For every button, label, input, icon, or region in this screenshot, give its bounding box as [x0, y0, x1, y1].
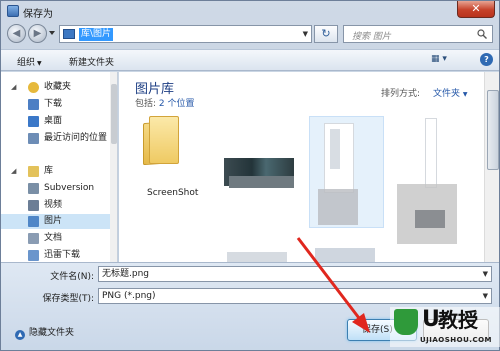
filetype-label: 保存类型(T):	[42, 294, 94, 304]
thumbnail-blur	[318, 189, 358, 225]
pictures-icon	[28, 216, 39, 227]
desktop-icon	[28, 116, 39, 127]
sidebar-item-label: 库	[44, 166, 54, 176]
address-dropdown-icon[interactable]: ▼	[303, 30, 308, 38]
hide-folders-toggle[interactable]: ▲ 隐藏文件夹	[15, 325, 74, 340]
content-scrollbar[interactable]	[484, 72, 499, 262]
filename-label: 文件名(N):	[50, 272, 94, 282]
sidebar-item-desktop[interactable]: 桌面	[1, 114, 117, 129]
sidebar-item-label: 迅雷下载	[44, 250, 81, 260]
arrange-by-dropdown[interactable]: 文件夹 ▼	[433, 86, 468, 99]
sidebar-item-label: 文档	[44, 233, 63, 243]
thumbnail-detail	[330, 129, 340, 169]
command-toolbar: 组织 ▼ 新建文件夹 ▦ ▾ ?	[1, 49, 499, 71]
window-title: 保存为	[23, 9, 53, 20]
view-options-icon[interactable]: ▦ ▾	[431, 54, 447, 64]
image-item-2-selected[interactable]	[309, 116, 384, 228]
sidebar-item-label: 视频	[44, 200, 63, 210]
app-icon	[7, 5, 19, 17]
shield-logo-icon	[394, 309, 418, 335]
arrange-by-label: 排列方式:	[381, 89, 421, 99]
sidebar-item-label: 图片	[44, 216, 63, 226]
videos-icon	[28, 200, 39, 211]
chevron-down-icon[interactable]: ▼	[483, 267, 488, 281]
chevron-up-icon: ▲	[15, 330, 25, 340]
sidebar-item-documents[interactable]: 文档	[1, 231, 117, 246]
library-title: 图片库	[135, 82, 175, 97]
title-bar: 保存为 ✕	[1, 1, 499, 21]
subversion-folder-icon	[28, 183, 39, 194]
watermark-logo: U 教授 UJIAOSHOU.COM	[390, 305, 500, 351]
sidebar-item-downloads[interactable]: 下载	[1, 97, 117, 112]
new-folder-button[interactable]: 新建文件夹	[69, 55, 114, 68]
sidebar-item-videos[interactable]: 视频	[1, 198, 117, 213]
library-includes: 包括: 2 个位置	[135, 96, 195, 109]
sidebar-item-pictures[interactable]: 图片	[1, 214, 117, 229]
content-scrollbar-thumb[interactable]	[487, 90, 499, 170]
image-item-5[interactable]	[315, 248, 375, 262]
back-button[interactable]: ◀	[7, 24, 26, 43]
thumbnail-blur-dark	[415, 210, 445, 228]
chevron-down-icon: ▼	[462, 91, 468, 98]
includes-label: 包括:	[135, 99, 157, 109]
library-icon	[63, 29, 75, 39]
includes-locations-link[interactable]: 2 个位置	[159, 99, 195, 109]
download-folder-icon	[28, 99, 39, 110]
watermark-url: UJIAOSHOU.COM	[420, 336, 493, 344]
help-icon[interactable]: ?	[480, 53, 493, 66]
hide-folders-label: 隐藏文件夹	[29, 328, 75, 338]
filename-input[interactable]: 无标题.png ▼	[98, 266, 492, 282]
chevron-down-icon: ▼	[37, 60, 42, 67]
address-bar[interactable]: 库\图片 ▼	[59, 25, 312, 43]
refresh-button[interactable]: ↻	[314, 25, 338, 43]
sidebar-item-libraries[interactable]: ◢ 库	[1, 164, 117, 179]
recent-places-icon	[28, 133, 39, 144]
collapse-arrow-icon[interactable]: ◢	[11, 80, 16, 95]
sidebar-item-label: Subversion	[44, 183, 95, 193]
search-box[interactable]: 搜索 图片	[343, 25, 493, 43]
sidebar-item-favorites[interactable]: ◢ 收藏夹	[1, 80, 117, 95]
arrange-by-value: 文件夹	[433, 89, 461, 99]
filename-value: 无标题.png	[102, 269, 149, 279]
history-dropdown-icon[interactable]	[49, 31, 55, 35]
close-button[interactable]: ✕	[457, 1, 495, 18]
thunder-download-icon	[28, 250, 39, 261]
image-thumbnail	[425, 118, 437, 188]
navigation-pane: ◢ 收藏夹 下载 桌面 最近访问的位置 ◢ 库 Subversion 视频 图片…	[1, 72, 118, 262]
address-path[interactable]: 库\图片	[79, 28, 114, 41]
filetype-value: PNG (*.png)	[102, 291, 156, 301]
navigation-bar: ◀ ▶ 库\图片 ▼ ↻ 搜索 图片	[1, 21, 499, 47]
folder-icon-front	[149, 116, 179, 164]
sidebar-item-label: 下载	[44, 99, 63, 109]
sidebar-scrollbar-thumb[interactable]	[111, 84, 117, 144]
collapse-arrow-icon[interactable]: ◢	[11, 164, 16, 179]
search-icon[interactable]	[477, 29, 487, 39]
sidebar-item-subversion[interactable]: Subversion	[1, 181, 117, 196]
chevron-down-icon[interactable]: ▼	[483, 289, 488, 303]
image-thumbnail-blur	[229, 176, 294, 188]
library-icon	[28, 166, 39, 177]
organize-menu[interactable]: 组织 ▼	[17, 55, 42, 68]
organize-label: 组织	[17, 58, 36, 68]
file-list-pane: 图片库 包括: 2 个位置 排列方式: 文件夹 ▼ ScreenShot	[119, 72, 499, 262]
sidebar-item-recent-places[interactable]: 最近访问的位置	[1, 131, 117, 146]
image-item-4[interactable]	[227, 252, 287, 262]
sidebar-item-label: 最近访问的位置	[44, 133, 108, 143]
save-as-dialog: 保存为 ✕ ◀ ▶ 库\图片 ▼ ↻ 搜索 图片 组织 ▼ 新建文件夹 ▦ ▾ ?…	[0, 0, 500, 351]
search-placeholder: 搜索 图片	[352, 32, 391, 42]
watermark-text: 教授	[438, 308, 478, 332]
sidebar-item-thunder-downloads[interactable]: 迅雷下载	[1, 248, 117, 262]
sidebar-item-label: 收藏夹	[44, 82, 72, 92]
filetype-select[interactable]: PNG (*.png) ▼	[98, 288, 492, 304]
sidebar-item-label: 桌面	[44, 116, 63, 126]
documents-icon	[28, 233, 39, 244]
folder-name: ScreenShot	[147, 188, 199, 198]
star-icon	[28, 82, 39, 93]
forward-button[interactable]: ▶	[28, 24, 47, 43]
